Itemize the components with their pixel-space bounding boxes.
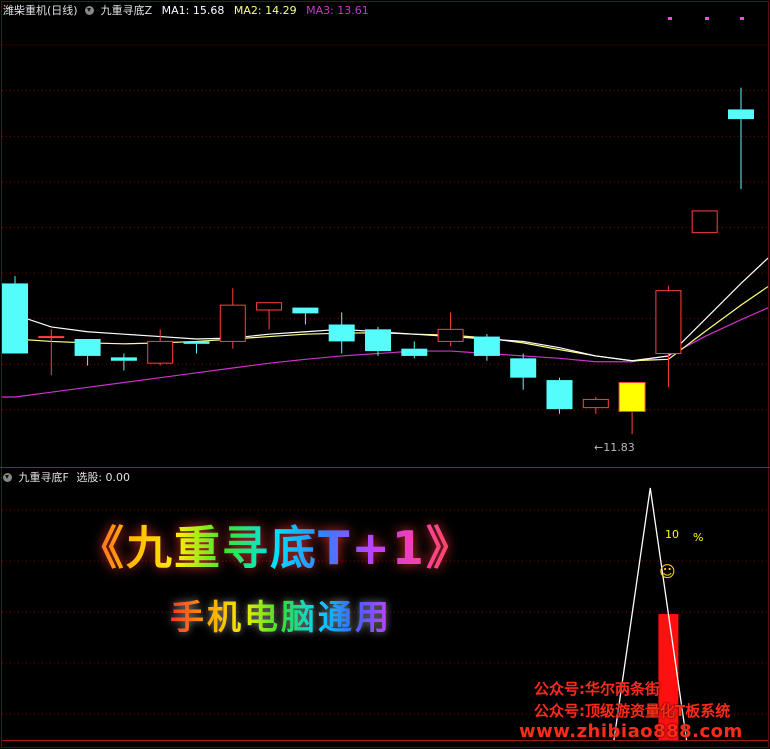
chart-window: 潍柴重机(日线) 九重寻底Z MA1: 15.68 MA2: 14.29 MA3…	[0, 0, 770, 749]
candle-body	[510, 358, 537, 378]
low-price-annotation: ←11.83	[594, 441, 635, 454]
candle-body	[292, 307, 319, 314]
banner-subtitle: 手机电脑通用	[170, 590, 392, 639]
smiley-icon: ☺	[659, 562, 676, 581]
candle-body	[183, 341, 210, 344]
candle-body	[582, 398, 609, 409]
banner-title: 《九重寻底T+1》	[78, 512, 474, 578]
candle-body	[546, 380, 573, 410]
signal-candle	[618, 382, 646, 412]
main-header: 潍柴重机(日线) 九重寻底Z MA1: 15.68 MA2: 14.29 MA3…	[3, 4, 369, 18]
candle-body	[256, 302, 283, 311]
candle-body	[691, 210, 718, 234]
candle-body	[219, 304, 246, 342]
percent-sign: %	[693, 531, 704, 544]
dropdown-icon[interactable]	[85, 6, 95, 15]
candle-body	[365, 329, 391, 352]
marker-dash	[740, 17, 744, 20]
candle-body	[147, 340, 174, 364]
candle-body	[328, 324, 355, 342]
sub-indicator-name: 九重寻底F	[18, 471, 69, 484]
candle-body	[728, 109, 754, 120]
dropdown-icon[interactable]	[3, 473, 12, 482]
candle-body	[437, 328, 464, 342]
ma2-label: MA2: 14.29	[233, 4, 297, 17]
watermark-line-1: 公众号:华尔两条街	[534, 680, 660, 698]
candle-body	[38, 336, 65, 339]
ma1-label: MA1: 15.68	[161, 4, 225, 17]
indicator-name: 九重寻底Z	[100, 4, 153, 17]
candle-body	[473, 336, 500, 356]
watermark-line-2: 公众号:顶级游资量化T板系统	[534, 702, 731, 720]
candle-body	[2, 283, 28, 354]
marker-dash	[705, 17, 709, 20]
percent-value: 10	[665, 528, 679, 541]
sub-header: 九重寻底F 选股: 0.00	[3, 471, 130, 485]
watermark-line-3: www.zhibiao888.com	[519, 721, 743, 742]
ma3-line	[2, 307, 769, 398]
candle-body	[401, 348, 428, 356]
select-value: 选股: 0.00	[76, 471, 131, 484]
candle-body	[655, 290, 682, 354]
stock-name: 潍柴重机(日线)	[3, 4, 78, 17]
ma3-label: MA3: 13.61	[306, 4, 369, 17]
candle-body	[110, 357, 137, 361]
marker-dash	[668, 17, 672, 20]
candle-body	[74, 339, 101, 356]
